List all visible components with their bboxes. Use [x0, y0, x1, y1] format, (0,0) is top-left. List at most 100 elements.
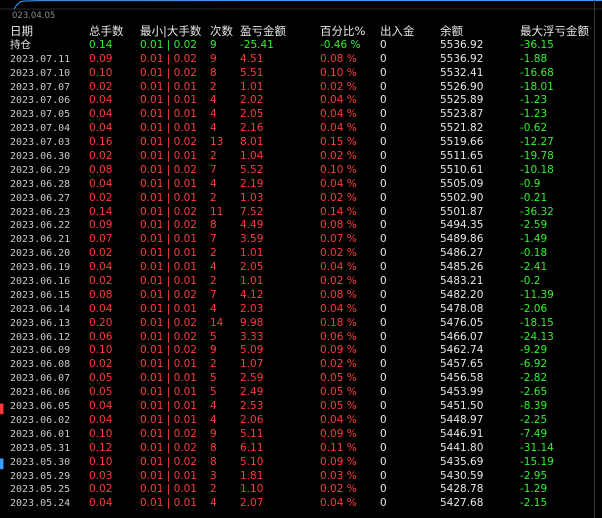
cell-pnl: 5.52 — [240, 163, 264, 176]
cell-date: 2023.07.10 — [10, 67, 71, 79]
cell-flow: 0 — [380, 400, 387, 413]
cell-date: 2023.06.09 — [10, 345, 71, 357]
cell-flow: 0 — [380, 136, 387, 149]
cell-lots: 0.02 — [89, 275, 113, 288]
cell-flow: 0 — [380, 455, 387, 468]
panel-divider — [594, 0, 595, 518]
cell-maxdd: -2.65 — [520, 386, 548, 399]
cell-minmax: 0.01 | 0.01 — [140, 386, 197, 399]
cell-date: 2023.06.06 — [10, 387, 71, 399]
cell-pct: 0.14 % — [320, 205, 357, 218]
cell-balance: 5525.89 — [440, 94, 484, 107]
cell-pnl: 5.51 — [240, 66, 264, 79]
cell-date: 2023.06.08 — [10, 359, 71, 371]
cell-flow: 0 — [380, 247, 387, 260]
cell-pct: 0.07 % — [320, 233, 357, 246]
cell-maxdd: -15.19 — [520, 455, 554, 468]
cell-count: 2 — [210, 275, 217, 288]
cell-minmax: 0.01 | 0.01 — [140, 233, 197, 246]
cell-lots: 0.04 — [89, 413, 113, 426]
cell-lots: 0.03 — [89, 469, 113, 482]
cell-date: 2023.05.31 — [10, 442, 71, 454]
cell-maxdd: -16.68 — [520, 66, 554, 79]
cell-flow: 0 — [380, 386, 387, 399]
cell-pnl: 8.01 — [240, 136, 264, 149]
cell-flow: 0 — [380, 122, 387, 135]
cell-flow: 0 — [380, 94, 387, 107]
cell-minmax: 0.01 | 0.01 — [140, 413, 197, 426]
cell-pnl: 2.03 — [240, 302, 264, 315]
cell-balance: 5532.41 — [440, 66, 484, 79]
cell-maxdd: -1.49 — [520, 233, 548, 246]
col-lots-header[interactable]: 总手数 — [89, 24, 124, 39]
col-pct-header[interactable]: 百分比% — [320, 24, 365, 39]
col-minmax-header[interactable]: 最小|大手数 — [140, 24, 201, 39]
cell-date: 2023.06.21 — [10, 234, 71, 246]
cell-pct: 0.04 % — [320, 94, 357, 107]
cell-minmax: 0.01 | 0.01 — [140, 177, 197, 190]
cell-minmax: 0.01 | 0.02 — [140, 455, 197, 468]
cell-minmax: 0.01 | 0.01 — [140, 469, 197, 482]
cell-count: 2 — [210, 80, 217, 93]
cell-minmax: 0.01 | 0.01 — [140, 80, 197, 93]
cell-pnl: 2.16 — [240, 122, 264, 135]
col-count-header[interactable]: 次数 — [210, 24, 233, 39]
cell-maxdd: -2.95 — [520, 469, 548, 482]
cell-date: 2023.06.23 — [10, 206, 71, 218]
cell-minmax: 0.01 | 0.01 — [140, 275, 197, 288]
col-pnl-header[interactable]: 盈亏金额 — [240, 24, 286, 39]
cell-balance: 5505.09 — [440, 177, 484, 190]
col-balance-header[interactable]: 余额 — [440, 24, 463, 39]
col-maxdd-header[interactable]: 最大浮亏金额 — [520, 24, 589, 39]
cell-minmax: 0.01 | 0.02 — [140, 136, 197, 149]
col-flow-header[interactable]: 出入金 — [380, 24, 415, 39]
cell-minmax: 0.01 | 0.02 — [140, 66, 197, 79]
cell-pnl: 1.01 — [240, 80, 264, 93]
cell-count: 8 — [210, 441, 217, 454]
cell-balance: 5427.68 — [440, 497, 484, 510]
cell-maxdd: -2.15 — [520, 497, 548, 510]
cell-pct: 0.05 % — [320, 372, 357, 385]
chart-axis-date: 023.04.05 — [12, 11, 56, 21]
cell-count: 8 — [210, 219, 217, 232]
cell-pnl: 4.12 — [240, 288, 264, 301]
cell-date: 2023.06.07 — [10, 373, 71, 385]
cell-balance: 5523.87 — [440, 108, 484, 121]
cell-lots: 0.10 — [89, 66, 113, 79]
position-pnl: -25.41 — [240, 38, 274, 51]
cell-pnl: 6.11 — [240, 441, 264, 454]
cell-minmax: 0.01 | 0.01 — [140, 372, 197, 385]
cell-flow: 0 — [380, 219, 387, 232]
cell-maxdd: -18.01 — [520, 80, 554, 93]
cell-balance: 5451.50 — [440, 400, 484, 413]
cell-minmax: 0.01 | 0.01 — [140, 358, 197, 371]
cell-flow: 0 — [380, 316, 387, 329]
cell-lots: 0.02 — [89, 358, 113, 371]
cell-flow: 0 — [380, 163, 387, 176]
cell-pnl: 1.01 — [240, 247, 264, 260]
cell-date: 2023.06.05 — [10, 401, 71, 413]
cell-minmax: 0.01 | 0.01 — [140, 400, 197, 413]
cell-pct: 0.04 % — [320, 497, 357, 510]
cell-lots: 0.07 — [89, 233, 113, 246]
cell-count: 5 — [210, 330, 217, 343]
cell-balance: 5435.69 — [440, 455, 484, 468]
cell-count: 4 — [210, 497, 217, 510]
cell-pct: 0.09 % — [320, 427, 357, 440]
cell-date: 2023.07.11 — [10, 53, 71, 65]
cell-lots: 0.04 — [89, 302, 113, 315]
cell-flow: 0 — [380, 330, 387, 343]
cell-maxdd: -6.92 — [520, 358, 548, 371]
cell-maxdd: -1.29 — [520, 483, 548, 496]
cell-flow: 0 — [380, 191, 387, 204]
cell-maxdd: -0.62 — [520, 122, 548, 135]
cell-balance: 5476.05 — [440, 316, 484, 329]
cell-pnl: 4.51 — [240, 52, 264, 65]
col-date-header[interactable]: 日期 — [10, 24, 33, 39]
cell-pct: 0.06 % — [320, 330, 357, 343]
cell-minmax: 0.01 | 0.01 — [140, 94, 197, 107]
cell-date: 2023.07.04 — [10, 123, 71, 135]
cell-flow: 0 — [380, 372, 387, 385]
equity-curve-line — [13, 0, 602, 10]
cell-minmax: 0.01 | 0.01 — [140, 302, 197, 315]
